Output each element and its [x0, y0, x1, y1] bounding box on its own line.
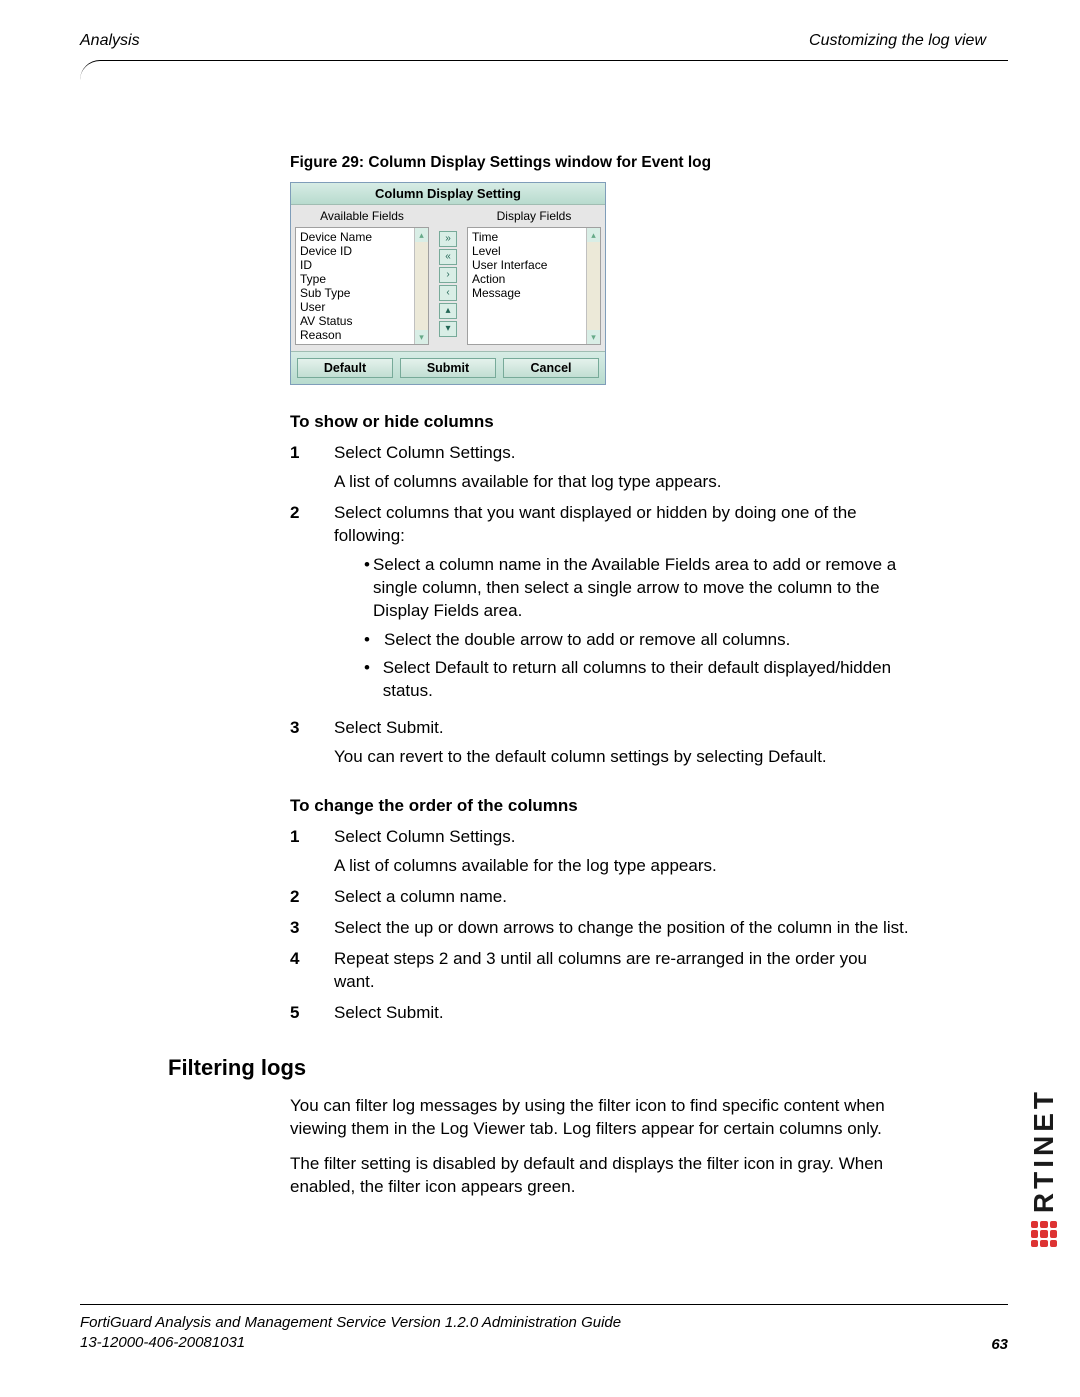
list-item[interactable]: ID: [300, 258, 424, 272]
step-text: Select a column name.: [334, 886, 910, 909]
scroll-down-icon[interactable]: ▾: [587, 330, 600, 344]
step-number: 5: [290, 1002, 334, 1025]
section-heading: Filtering logs: [168, 1055, 1008, 1081]
display-fields-header: Display Fields: [463, 205, 605, 227]
list-item[interactable]: Type: [300, 272, 424, 286]
list-item[interactable]: Device Name: [300, 230, 424, 244]
bullet-text: Select Default to return all columns to …: [383, 657, 910, 703]
move-all-right-button[interactable]: »: [439, 231, 457, 247]
scroll-down-icon[interactable]: ▾: [415, 330, 428, 344]
step-text: Select the up or down arrows to change t…: [334, 917, 910, 940]
bullet-text: Select the double arrow to add or remove…: [384, 629, 790, 652]
default-button[interactable]: Default: [297, 358, 393, 378]
step-number: 3: [290, 717, 334, 769]
fortinet-logo: RTINET: [1030, 1088, 1058, 1247]
scrollbar[interactable]: ▴▾: [586, 228, 600, 344]
submit-button[interactable]: Submit: [400, 358, 496, 378]
scroll-up-icon[interactable]: ▴: [415, 228, 428, 242]
procedure-heading: To show or hide columns: [290, 411, 910, 434]
step-text: A list of columns available for the log …: [334, 855, 910, 878]
list-item[interactable]: User Interface: [472, 258, 596, 272]
header-right: Customizing the log view: [809, 32, 986, 50]
step-text: Repeat steps 2 and 3 until all columns a…: [334, 948, 910, 994]
display-fields-listbox[interactable]: Time Level User Interface Action Message…: [467, 227, 601, 345]
paragraph: You can filter log messages by using the…: [290, 1095, 910, 1141]
footer-docid: 13-12000-406-20081031: [80, 1333, 621, 1353]
step-number: 2: [290, 502, 334, 710]
bullet-icon: •: [364, 629, 384, 652]
bullet-icon: •: [364, 657, 383, 703]
scroll-up-icon[interactable]: ▴: [587, 228, 600, 242]
step-number: 1: [290, 826, 334, 878]
list-item[interactable]: Time: [472, 230, 596, 244]
page-footer: FortiGuard Analysis and Management Servi…: [80, 1304, 1008, 1354]
logo-text: RTINET: [1030, 1088, 1058, 1213]
step-number: 2: [290, 886, 334, 909]
header-rule: [58, 54, 1008, 82]
paragraph: The filter setting is disabled by defaul…: [290, 1153, 910, 1199]
move-right-button[interactable]: ›: [439, 267, 457, 283]
step-number: 3: [290, 917, 334, 940]
cancel-button[interactable]: Cancel: [503, 358, 599, 378]
step-text: A list of columns available for that log…: [334, 471, 910, 494]
list-item[interactable]: AV Status: [300, 314, 424, 328]
column-display-dialog: Column Display Setting Available Fields …: [290, 182, 606, 385]
list-item[interactable]: Level: [472, 244, 596, 258]
step-text: Select Column Settings.: [334, 442, 910, 465]
list-item[interactable]: Message: [472, 286, 596, 300]
step-number: 1: [290, 442, 334, 494]
list-item[interactable]: User: [300, 300, 424, 314]
move-all-left-button[interactable]: «: [439, 249, 457, 265]
footer-title: FortiGuard Analysis and Management Servi…: [80, 1313, 621, 1333]
procedure-heading: To change the order of the columns: [290, 795, 910, 818]
step-text: Select Submit.: [334, 717, 910, 740]
scrollbar[interactable]: ▴▾: [414, 228, 428, 344]
move-down-button[interactable]: ▾: [439, 321, 457, 337]
step-text: Select Column Settings.: [334, 826, 910, 849]
bullet-text: Select a column name in the Available Fi…: [373, 554, 910, 623]
available-fields-listbox[interactable]: Device Name Device ID ID Type Sub Type U…: [295, 227, 429, 345]
figure-caption: Figure 29: Column Display Settings windo…: [290, 154, 1008, 172]
page-header: Analysis Customizing the log view: [58, 20, 1008, 56]
list-item[interactable]: Action: [472, 272, 596, 286]
available-fields-header: Available Fields: [291, 205, 433, 227]
move-up-button[interactable]: ▴: [439, 303, 457, 319]
list-item[interactable]: Sub Type: [300, 286, 424, 300]
step-text: Select columns that you want displayed o…: [334, 502, 910, 548]
logo-mark-icon: [1031, 1221, 1057, 1247]
move-left-button[interactable]: ‹: [439, 285, 457, 301]
bullet-icon: •: [364, 554, 373, 623]
list-item[interactable]: Device ID: [300, 244, 424, 258]
step-text: Select Submit.: [334, 1002, 910, 1025]
step-number: 4: [290, 948, 334, 994]
header-left: Analysis: [80, 32, 140, 50]
step-text: You can revert to the default column set…: [334, 746, 910, 769]
dialog-title: Column Display Setting: [291, 183, 605, 205]
list-item[interactable]: Reason: [300, 328, 424, 342]
page-number: 63: [991, 1336, 1008, 1353]
